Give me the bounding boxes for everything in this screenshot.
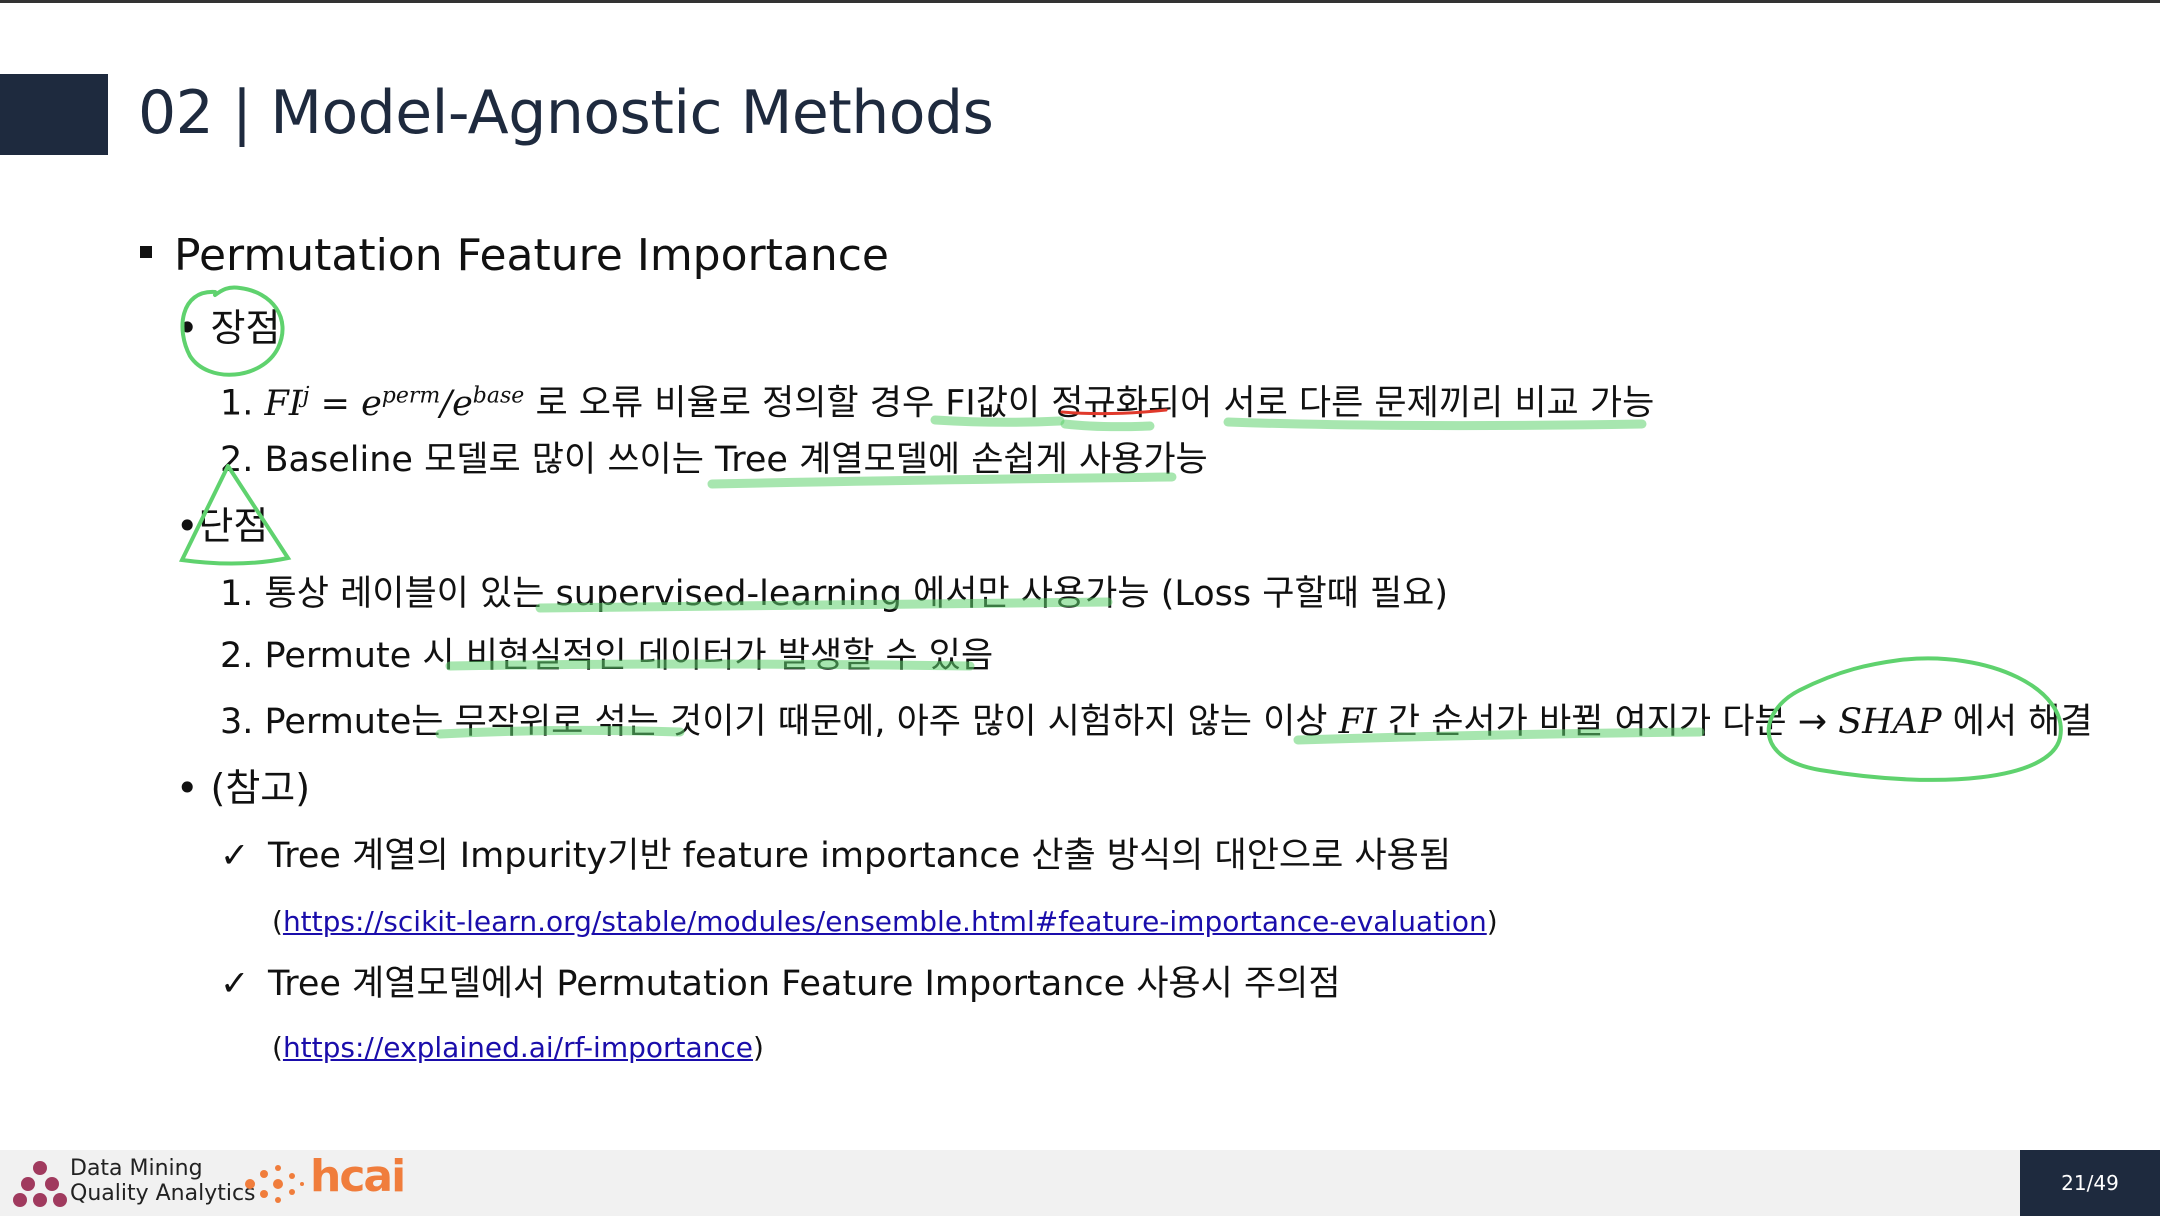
section-heading: Permutation Feature Importance [140,228,889,284]
item-text: 에서 해결 [1941,702,2093,742]
top-border [0,0,2160,3]
item-number: 1. [220,574,254,614]
item-number: 2. [220,440,254,480]
note-link-line: (https://explained.ai/rf-importance) [272,1028,764,1068]
formula-sup-base: base [472,383,525,408]
formula-eq: = e [309,383,382,424]
paren: ) [753,1031,764,1064]
item-number: 1. [220,383,254,424]
pros-label: • 장점 [176,306,281,350]
list-item: 1. 통상 레이블이 있는 supervised-learning 에서만 사용… [220,570,1448,618]
item-text: 로 오류 비율로 정의할 경우 FI값이 정규화되어 서로 다른 문제끼리 비교… [524,383,1655,424]
checkmark-icon: ✓ [220,964,250,1004]
formula-slash: /e [440,383,473,424]
item-number: 2. [220,636,254,676]
brand-line1: Data Mining [70,1156,203,1181]
paren: ( [272,1031,283,1064]
item-text: 간 순서가 바뀔 여지가 다분 → [1376,702,1839,742]
pros-label-text: 장점 [210,306,281,350]
scikit-learn-link[interactable]: https://scikit-learn.org/stable/modules/… [283,905,1487,938]
note-text: Tree 계열의 Impurity기반 feature importance 산… [268,836,1452,876]
hcai-dots-icon [245,1165,304,1203]
dmqa-logo-text: Data Mining Quality Analytics [70,1156,256,1206]
page-title: 02 | Model-Agnostic Methods [138,78,994,148]
list-item: 2. Permute 시 비현실적인 데이터가 발생할 수 있음 [220,632,993,680]
checkmark-icon: ✓ [220,836,250,876]
formula: FIj = eperm/ebase [264,383,525,424]
formula-sup-perm: perm [381,383,441,408]
list-item: 3. Permute는 무작위로 섞는 것이기 때문에, 아주 많이 시험하지 … [220,698,2093,746]
formula-sup-j: j [302,383,310,408]
dmqa-logo-icon [13,1161,67,1207]
list-item: 2. Baseline 모델로 많이 쓰이는 Tree 계열모델에 손쉽게 사용… [220,436,1208,484]
item-text: Permute는 무작위로 섞는 것이기 때문에, 아주 많이 시험하지 않는 … [264,702,1339,742]
item-text: Baseline 모델로 많이 쓰이는 Tree 계열모델에 손쉽게 사용가능 [264,440,1208,480]
item-number: 3. [220,702,254,742]
formula-fi: FI [264,383,303,424]
paren: ) [1486,905,1498,938]
brand-line2: Quality Analytics [70,1181,256,1206]
paren: ( [272,905,283,938]
note-text: Tree 계열모델에서 Permutation Feature Importan… [268,964,1341,1004]
explained-ai-link[interactable]: https://explained.ai/rf-importance [283,1031,753,1064]
section-heading-text: Permutation Feature Importance [174,230,889,281]
note-item: ✓ Tree 계열모델에서 Permutation Feature Importa… [220,960,1341,1008]
hcai-logo-text: hcai [310,1151,406,1202]
cons-label-text: 단점 [198,504,269,548]
notes-label: • (참고) [176,766,311,810]
title-accent-bar [0,74,108,155]
note-item: ✓ Tree 계열의 Impurity기반 feature importance … [220,832,1451,880]
page-number: 21/49 [2061,1171,2119,1195]
formula-shap: SHAP [1838,702,1942,742]
note-link-line: (https://scikit-learn.org/stable/modules… [272,902,1498,942]
formula-fi: FI [1338,702,1377,742]
item-text: 통상 레이블이 있는 supervised-learning 에서만 사용가능 … [264,574,1449,614]
notes-label-text: (참고) [210,766,311,810]
cons-label: •단점 [176,504,269,548]
item-text: Permute 시 비현실적인 데이터가 발생할 수 있음 [264,636,994,676]
square-bullet-icon [140,246,152,258]
list-item: 1. FIj = eperm/ebase 로 오류 비율로 정의할 경우 FI값… [220,372,1654,428]
